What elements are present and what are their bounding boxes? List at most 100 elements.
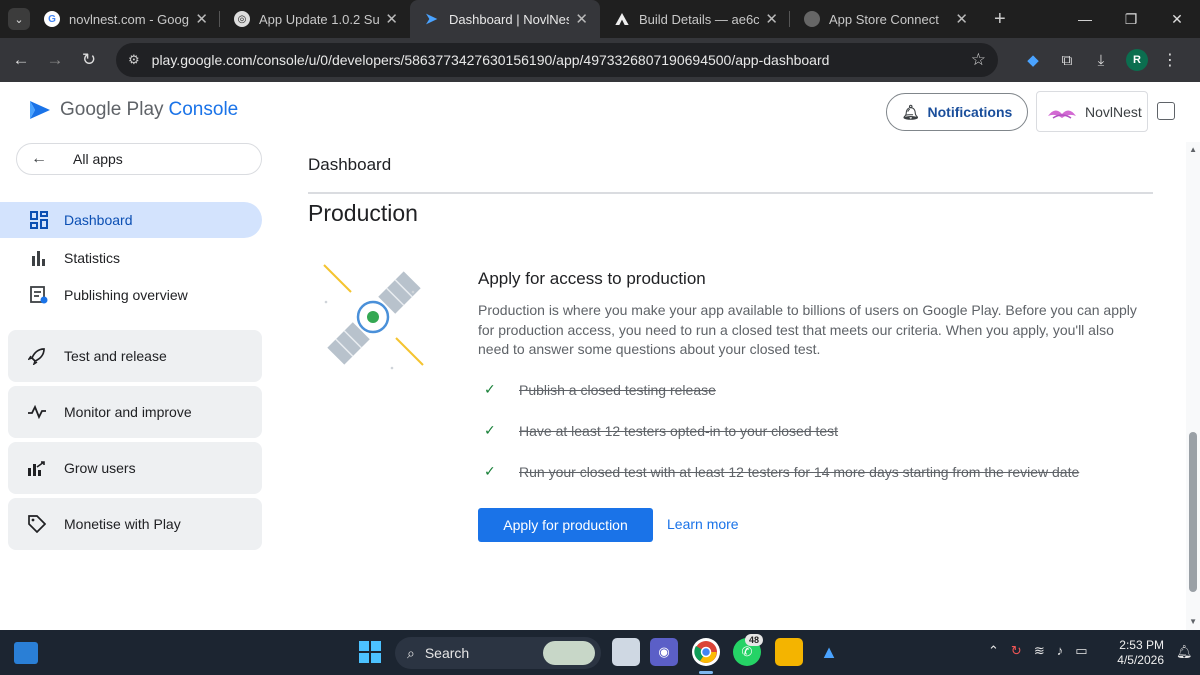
sidebar-item-label: Dashboard: [64, 212, 133, 228]
publishing-overview-icon: [28, 286, 50, 304]
google-icon: G: [44, 11, 60, 27]
notifications-button[interactable]: 🔔︎ Notifications: [886, 93, 1028, 131]
clock-date: 4/5/2026: [1117, 653, 1164, 667]
checklist-item: ✓ Have at least 12 testers opted-in to y…: [484, 422, 838, 439]
windows-start-icon[interactable]: [359, 641, 381, 663]
browser-tab[interactable]: Build Details — ae6c64f9 ✕: [600, 0, 790, 38]
wifi-icon[interactable]: ≋: [1034, 643, 1045, 659]
brand-name: Google Play: [60, 99, 164, 120]
url-text: play.google.com/console/u/0/developers/5…: [151, 52, 830, 68]
notification-center-icon[interactable]: 🔔︎: [1176, 644, 1193, 660]
sync-icon[interactable]: ↻: [1011, 643, 1022, 659]
download-icon[interactable]: ⤓: [1084, 52, 1118, 69]
taskbar-search[interactable]: ⌕ Search: [395, 637, 601, 669]
app-name: NovlNest: [1085, 103, 1142, 120]
app-switcher[interactable]: NovlNest: [1036, 91, 1148, 132]
check-icon: ✓: [484, 422, 496, 438]
browser-tab[interactable]: ◎ App Update 1.0.2 Summa ✕: [220, 0, 410, 38]
new-tab-icon[interactable]: +: [994, 8, 1006, 31]
play-console-page: Google Play Console 🔔︎ Notifications Nov…: [0, 82, 1200, 630]
tab-title: Dashboard | NovlNest: [449, 11, 570, 27]
brand-console: Console: [168, 99, 239, 120]
scroll-up-icon[interactable]: ▲: [1189, 145, 1197, 154]
browser-tab[interactable]: App Store Connect ✕: [790, 0, 980, 38]
extensions-puzzle-icon[interactable]: ⧉: [1050, 52, 1084, 69]
minimize-icon[interactable]: —: [1062, 0, 1108, 38]
tab-title: Build Details — ae6c64f9: [639, 11, 760, 27]
bookmark-star-icon[interactable]: ☆: [971, 50, 986, 70]
apply-for-production-button[interactable]: Apply for production: [478, 508, 653, 542]
browser-tab-active[interactable]: Dashboard | NovlNest ✕: [410, 0, 600, 38]
window-controls: — ❐ ✕: [1062, 0, 1200, 38]
rocket-icon: [26, 347, 48, 365]
sidebar-group-label: Grow users: [64, 460, 136, 476]
close-tab-icon[interactable]: ✕: [575, 10, 588, 28]
browser-menu-icon[interactable]: ⋮: [1162, 50, 1178, 70]
address-bar[interactable]: ⚙ play.google.com/console/u/0/developers…: [116, 43, 998, 77]
sidebar-item-statistics[interactable]: Statistics: [0, 240, 262, 276]
back-icon[interactable]: ←: [4, 50, 38, 70]
page-title: Dashboard: [308, 155, 392, 174]
chrome-icon[interactable]: [692, 638, 720, 666]
clock-time: 2:53 PM: [1119, 638, 1164, 652]
play-console-logo-icon: [30, 101, 50, 119]
close-tab-icon[interactable]: ✕: [765, 10, 778, 28]
widgets-icon[interactable]: [14, 642, 38, 664]
teams-chat-icon[interactable]: ◉: [650, 638, 678, 666]
close-window-icon[interactable]: ✕: [1154, 0, 1200, 38]
active-app-indicator: [699, 671, 713, 674]
section-title: Production: [308, 200, 418, 226]
chatgpt-icon: ◎: [234, 11, 250, 27]
sidebar-group-label: Monitor and improve: [64, 404, 192, 420]
tab-title: App Update 1.0.2 Summa: [259, 11, 380, 27]
pulse-icon: [26, 405, 48, 419]
profile-avatar[interactable]: R: [1126, 49, 1148, 71]
tag-icon: [26, 515, 48, 533]
show-hidden-icons[interactable]: ⌃: [988, 643, 999, 659]
checklist-item: ✓ Run your closed test with at least 12 …: [484, 463, 1079, 480]
forward-icon[interactable]: →: [38, 50, 72, 70]
check-icon: ✓: [484, 381, 496, 397]
check-icon: ✓: [484, 463, 496, 479]
extension-icon[interactable]: ◆: [1016, 51, 1050, 69]
restore-icon[interactable]: ❐: [1108, 0, 1154, 38]
task-view-icon[interactable]: [612, 638, 640, 666]
learn-more-link[interactable]: Learn more: [667, 516, 739, 532]
divider: [308, 192, 1153, 194]
scrollbar-thumb[interactable]: [1189, 432, 1197, 592]
scroll-down-icon[interactable]: ▼: [1189, 617, 1197, 626]
close-tab-icon[interactable]: ✕: [385, 10, 398, 28]
all-apps-button[interactable]: ← All apps: [16, 143, 262, 175]
sidebar-group-monetise-with-play[interactable]: Monetise with Play: [8, 498, 262, 550]
sidebar-group-grow-users[interactable]: Grow users: [8, 442, 262, 494]
browser-tab-strip: ⌄ G novlnest.com - Google Se ✕ ◎ App Upd…: [0, 0, 1200, 38]
sidebar-group-label: Test and release: [64, 348, 167, 364]
sidebar-item-label: Publishing overview: [64, 287, 188, 303]
file-explorer-icon[interactable]: [775, 638, 803, 666]
tab-search-button[interactable]: ⌄: [8, 8, 30, 30]
tab-title: App Store Connect: [829, 11, 939, 27]
app-launcher-icon[interactable]: ▲: [815, 638, 843, 666]
battery-icon[interactable]: ▭: [1075, 643, 1087, 659]
site-info-icon[interactable]: ⚙: [128, 52, 140, 68]
arrow-back-icon: ←: [31, 150, 47, 167]
expo-icon: [614, 11, 630, 27]
reload-icon[interactable]: ↻: [72, 50, 106, 70]
grow-users-icon: [26, 459, 48, 477]
clock[interactable]: 2:53 PM 4/5/2026: [1110, 638, 1164, 668]
sidebar-group-test-and-release[interactable]: Test and release: [8, 330, 262, 382]
inbox-icon[interactable]: [1157, 102, 1175, 120]
all-apps-label: All apps: [73, 151, 123, 167]
sidebar-group-monitor-and-improve[interactable]: Monitor and improve: [8, 386, 262, 438]
search-label: Search: [424, 645, 470, 661]
bar-chart-icon: [28, 250, 50, 266]
sidebar-item-publishing-overview[interactable]: Publishing overview: [0, 277, 262, 313]
volume-icon[interactable]: ♪: [1057, 643, 1064, 659]
checklist-text: Publish a closed testing release: [519, 381, 716, 398]
bell-icon: 🔔︎: [901, 103, 920, 120]
play-console-logo[interactable]: Google Play Console: [28, 98, 238, 122]
close-tab-icon[interactable]: ✕: [195, 10, 208, 28]
close-tab-icon[interactable]: ✕: [955, 10, 968, 28]
sidebar-item-dashboard[interactable]: Dashboard: [0, 202, 262, 238]
browser-tab[interactable]: G novlnest.com - Google Se ✕: [30, 0, 220, 38]
